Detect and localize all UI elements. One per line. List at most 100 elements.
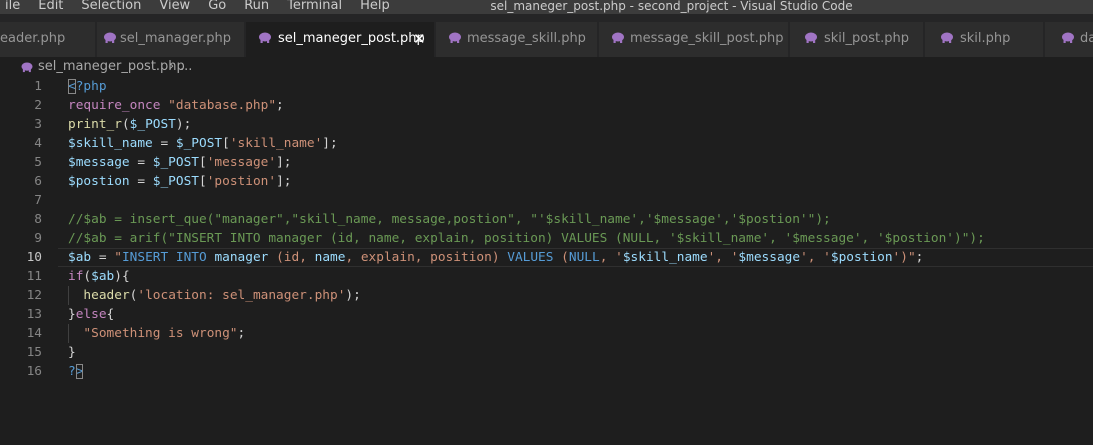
- php-elephant-icon: [1062, 32, 1074, 43]
- code-token: $ab: [68, 250, 92, 265]
- code-text: header('location: sel_manager.php');: [68, 286, 361, 305]
- code-token: =: [152, 136, 176, 151]
- line-number: 11: [26, 269, 42, 284]
- code-token: header: [83, 288, 130, 303]
- code-token: =: [129, 155, 153, 170]
- code-line[interactable]: 1 <?php: [0, 77, 1093, 96]
- code-text: <?php: [68, 77, 107, 96]
- code-text: //$ab = arif("INSERT INTO manager (id, n…: [68, 229, 985, 248]
- breadcrumb-symbols[interactable]: ...: [180, 57, 192, 77]
- tab-label: sel_manager.php: [120, 31, 231, 46]
- tab-message-skill[interactable]: message_skill.php: [436, 22, 598, 57]
- code-line[interactable]: 2 require_once "database.php";: [0, 96, 1093, 115]
- code-token: ;: [276, 98, 284, 113]
- tab-sel-manager[interactable]: sel_manager.php: [97, 22, 245, 57]
- tab-label: eader.php: [0, 31, 66, 46]
- code-line[interactable]: 4 $skill_name = $_POST['skill_name'];: [0, 134, 1093, 153]
- code-token: $_POST: [175, 136, 223, 151]
- code-token: VALUES: [507, 250, 554, 265]
- line-number: 12: [26, 288, 42, 303]
- code-token: =: [129, 174, 153, 189]
- code-token: INSERT INTO: [121, 250, 207, 265]
- line-number: 3: [34, 117, 42, 132]
- code-line[interactable]: 5 $message = $_POST['message'];: [0, 153, 1093, 172]
- code-token: ', ': [800, 250, 831, 265]
- line-number: 8: [34, 212, 42, 227]
- tab-label: skil_post.php: [824, 31, 909, 46]
- code-token: name: [314, 250, 346, 265]
- code-text: print_r($_POST);: [68, 115, 191, 134]
- tab-database[interactable]: da: [1045, 22, 1093, 57]
- code-line[interactable]: 9 //$ab = arif("INSERT INTO manager (id, …: [0, 229, 1093, 248]
- code-token: ];: [276, 155, 292, 170]
- php-elephant-icon: [449, 32, 461, 43]
- tab-label: da: [1080, 31, 1093, 46]
- tab-sel-maneger-post[interactable]: sel_maneger_post.php ✕: [246, 22, 435, 57]
- code-line[interactable]: 13}else{: [0, 305, 1093, 324]
- code-token: }: [68, 345, 76, 360]
- code-token: $postion: [830, 250, 893, 265]
- code-line[interactable]: 15}: [0, 343, 1093, 362]
- code-token: print_r: [68, 117, 122, 132]
- code-line[interactable]: 11 if($ab){: [0, 267, 1093, 286]
- php-elephant-icon: [612, 32, 624, 43]
- code-token: }: [68, 307, 76, 322]
- breadcrumb-separator: ›: [169, 59, 175, 74]
- code-token: 'postion': [206, 174, 277, 189]
- code-token: [: [199, 174, 207, 189]
- code-token: , explain, position): [345, 250, 508, 265]
- code-line[interactable]: 16 ?>: [0, 362, 1093, 381]
- code-text: $message = $_POST['message'];: [68, 153, 291, 172]
- code-token: );: [345, 288, 361, 303]
- line-number: 6: [34, 174, 42, 189]
- tab-label: message_skill.php: [467, 31, 586, 46]
- code-text: require_once "database.php";: [68, 96, 284, 115]
- code-token: ')": [892, 250, 916, 265]
- tab-message-skill-post[interactable]: message_skill_post.php: [599, 22, 789, 57]
- code-line[interactable]: 12 header('location: sel_manager.php');: [0, 286, 1093, 305]
- code-text: $postion = $_POST['postion'];: [68, 172, 291, 191]
- code-token: ": [114, 250, 122, 265]
- code-token: manager: [214, 250, 269, 265]
- code-token: =: [91, 250, 115, 265]
- code-line[interactable]: 8 //$ab = insert_que("manager","skill_nam…: [0, 210, 1093, 229]
- code-token: ];: [276, 174, 292, 189]
- line-number: 15: [26, 345, 42, 360]
- code-line[interactable]: 6 $postion = $_POST['postion'];: [0, 172, 1093, 191]
- bracket-match: <: [68, 79, 76, 94]
- line-number: 1: [34, 79, 42, 94]
- code-text: if($ab){: [68, 267, 130, 286]
- line-number: 10: [26, 250, 42, 265]
- php-elephant-icon: [805, 32, 817, 43]
- line-number: 5: [34, 155, 42, 170]
- bracket-match: >: [75, 364, 84, 379]
- code-text: $ab = "INSERT INTO manager (id, name, ex…: [68, 248, 923, 267]
- editor-tab-bar: eader.php sel_manager.php sel_maneger_po…: [0, 22, 1093, 57]
- tab-label: skil.php: [960, 31, 1011, 46]
- code-token: , ': [599, 250, 623, 265]
- code-text: }: [68, 343, 76, 362]
- code-line[interactable]: 14 "Something is wrong";: [0, 324, 1093, 343]
- code-text: "Something is wrong";: [68, 324, 245, 343]
- code-token: else: [75, 307, 107, 322]
- tab-skil[interactable]: skil.php: [925, 22, 1044, 57]
- code-token: require_once: [68, 98, 161, 113]
- breadcrumb-file[interactable]: sel_maneger_post.php: [38, 57, 185, 77]
- code-token: (: [83, 269, 92, 284]
- code-token: "database.php": [168, 98, 277, 113]
- tab-header[interactable]: eader.php: [0, 22, 96, 57]
- code-token: [: [222, 136, 230, 151]
- code-editor[interactable]: 1 <?php 2 require_once "database.php"; 3 prin…: [0, 77, 1093, 445]
- code-token: {: [106, 307, 115, 322]
- tab-skil-post[interactable]: skil_post.php: [790, 22, 924, 57]
- close-icon[interactable]: ✕: [413, 22, 426, 56]
- line-number: 2: [34, 98, 42, 113]
- code-line[interactable]: 10 $ab = "INSERT INTO manager (id, name, …: [0, 248, 1093, 267]
- code-line[interactable]: 7: [0, 191, 1093, 210]
- code-token: 'location: sel_manager.php': [137, 288, 346, 303]
- code-line[interactable]: 3 print_r($_POST);: [0, 115, 1093, 134]
- code-token: if: [68, 269, 84, 284]
